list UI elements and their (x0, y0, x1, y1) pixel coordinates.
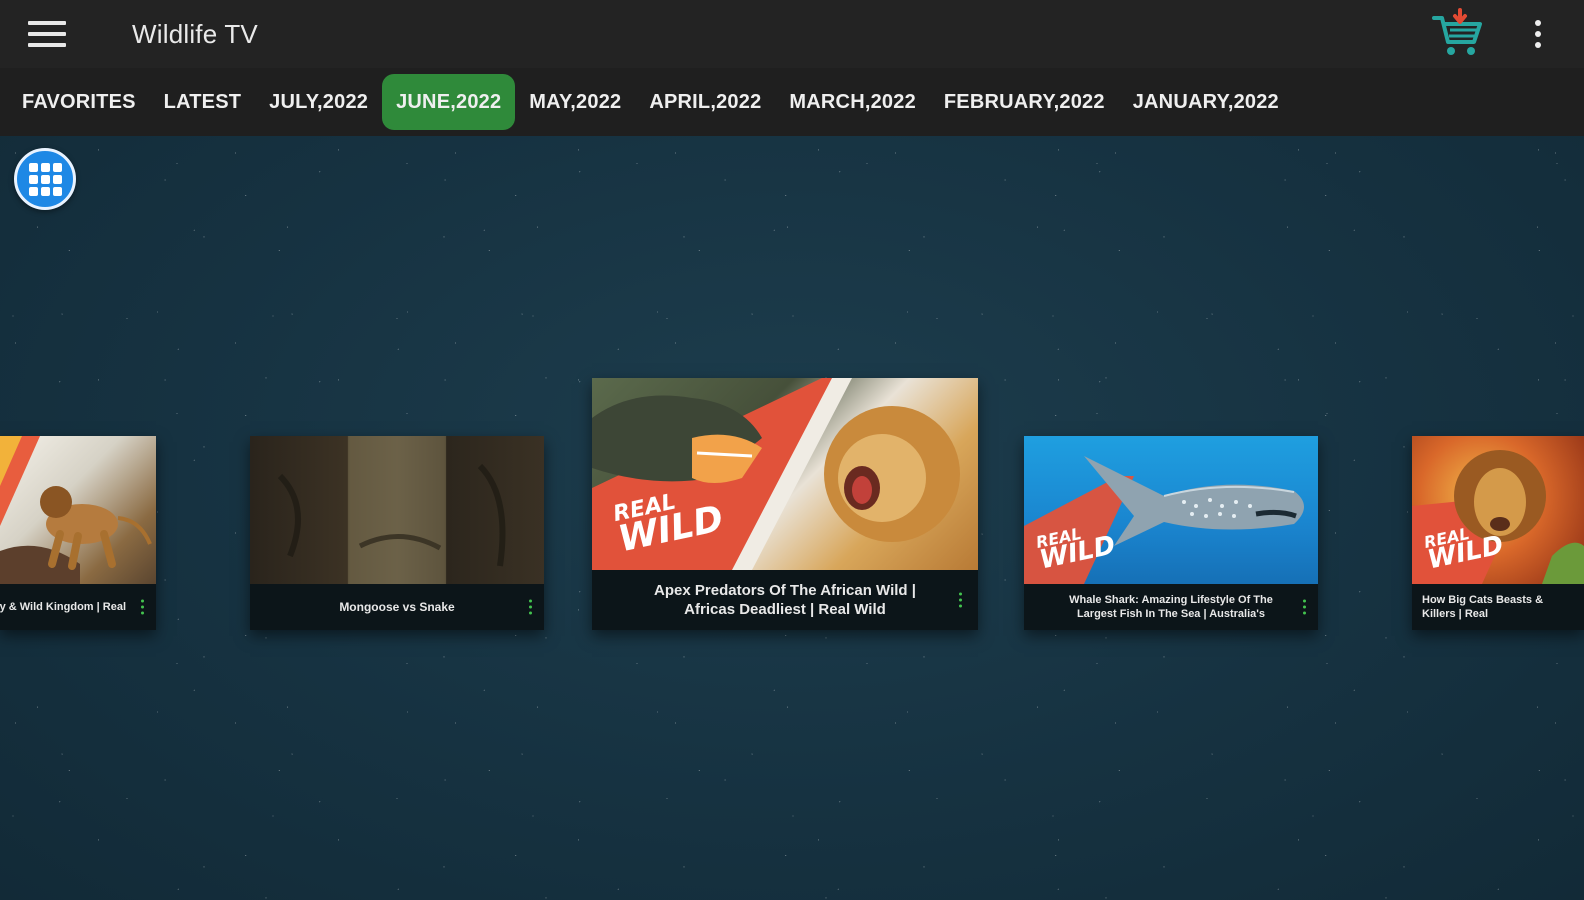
video-options-icon[interactable] (959, 592, 962, 608)
hamburger-menu-icon[interactable] (28, 14, 80, 54)
tab-latest[interactable]: LATEST (150, 74, 256, 130)
video-title-bar: Whale Shark: Amazing Lifestyle Of The La… (1024, 584, 1318, 630)
month-tabs: FAVORITES LATEST JULY,2022 JUNE,2022 MAY… (0, 68, 1584, 136)
video-title-bar: Mongoose vs Snake (250, 584, 544, 630)
tab-favorites[interactable]: FAVORITES (8, 74, 150, 130)
video-card-featured[interactable]: REAL WILD Apex Predators Of The African … (592, 378, 978, 630)
video-thumbnail (0, 436, 156, 584)
video-card[interactable]: Predators Prey & Wild Kingdom | Real (0, 436, 156, 630)
video-title: Predators Prey & Wild Kingdom | Real (0, 601, 126, 613)
app-bar: Wildlife TV (0, 0, 1584, 68)
video-title: Apex Predators Of The African Wild | Afr… (654, 581, 916, 619)
video-thumbnail (250, 436, 544, 584)
tab-march-2022[interactable]: MARCH,2022 (775, 74, 929, 130)
video-thumbnail: REAL WILD (592, 378, 978, 570)
grid-view-icon[interactable] (14, 148, 76, 210)
app-title: Wildlife TV (132, 18, 258, 49)
video-title: How Big Cats Beasts & Killers | Real (1422, 593, 1544, 620)
tab-february-2022[interactable]: FEBRUARY,2022 (930, 74, 1119, 130)
video-title-bar: Predators Prey & Wild Kingdom | Real (0, 584, 156, 630)
video-thumbnail: REAL WILD (1412, 436, 1584, 584)
video-title: Whale Shark: Amazing Lifestyle Of The La… (1069, 593, 1273, 620)
tab-april-2022[interactable]: APRIL,2022 (635, 74, 775, 130)
video-options-icon[interactable] (1303, 599, 1306, 615)
tab-july-2022[interactable]: JULY,2022 (255, 74, 382, 130)
video-title-bar: Apex Predators Of The African Wild | Afr… (592, 570, 978, 630)
video-thumbnail: REAL WILD (1024, 436, 1318, 584)
video-card[interactable]: REAL WILD How Big Cats Beasts & Killers … (1412, 436, 1584, 630)
video-options-icon[interactable] (529, 599, 532, 615)
more-vertical-icon[interactable] (1528, 14, 1548, 54)
video-card[interactable]: REAL WILD Whale Shark: Amazing Lifestyle… (1024, 436, 1318, 630)
tab-june-2022[interactable]: JUNE,2022 (382, 74, 516, 130)
video-options-icon[interactable] (141, 599, 144, 615)
video-card[interactable]: Mongoose vs Snake (250, 436, 544, 630)
tab-january-2022[interactable]: JANUARY,2022 (1119, 74, 1293, 130)
video-title: Mongoose vs Snake (339, 600, 455, 614)
video-title-bar: How Big Cats Beasts & Killers | Real (1412, 584, 1584, 630)
download-cart-icon[interactable] (1430, 8, 1486, 60)
tab-may-2022[interactable]: MAY,2022 (515, 74, 635, 130)
